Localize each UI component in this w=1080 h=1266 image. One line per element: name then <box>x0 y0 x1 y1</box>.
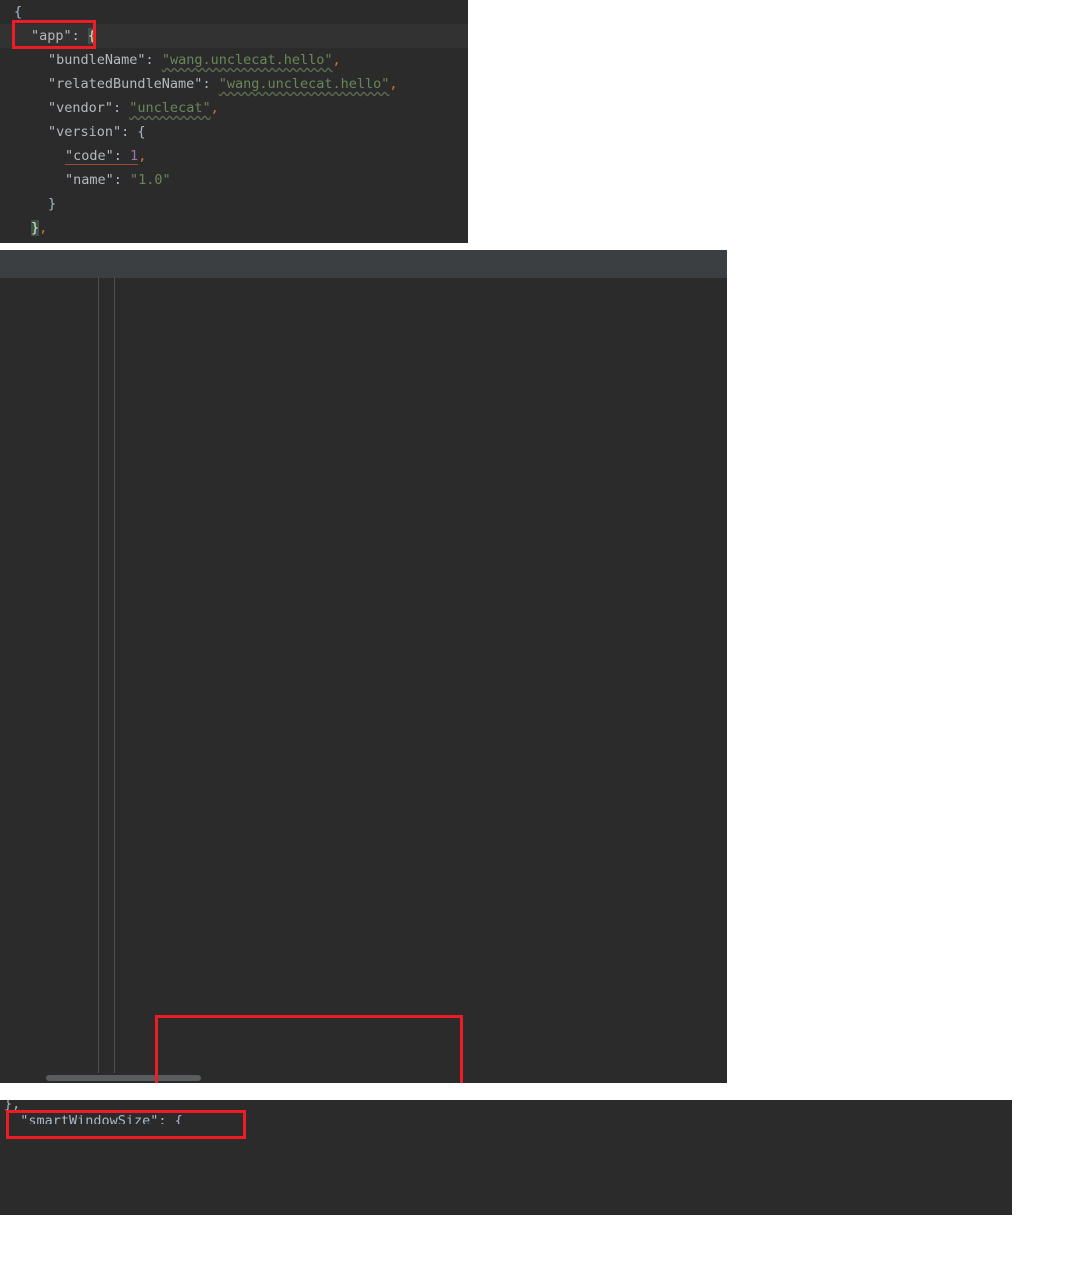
top-code-line: "vendor": "unclecat", <box>0 96 468 120</box>
code-token: "unclecat" <box>129 100 211 116</box>
code-token: "code" <box>65 148 114 165</box>
editor-tab-bar <box>0 250 727 278</box>
code-token: "app" <box>31 28 72 44</box>
top-code-area[interactable]: {"app": {"bundleName": "wang.unclecat.he… <box>0 0 468 243</box>
code-token: : <box>121 124 138 140</box>
code-token: , <box>138 148 147 164</box>
clipped-top-line: }, <box>4 1100 21 1112</box>
code-token: "wang.unclecat.hello" <box>218 76 390 92</box>
code-token: , <box>210 100 219 116</box>
code-token: } <box>48 196 57 212</box>
code-token: : <box>145 52 162 68</box>
code-token: "wang.unclecat.hello" <box>161 52 333 68</box>
top-code-line: "relatedBundleName": "wang.unclecat.hell… <box>0 72 468 96</box>
code-token: , <box>389 76 398 92</box>
code-token: : <box>113 172 131 188</box>
top-code-panel: {"app": {"bundleName": "wang.unclecat.he… <box>0 0 468 243</box>
top-code-line: "name": "1.0" <box>0 168 468 192</box>
top-code-line: "app": { <box>0 24 468 48</box>
code-token: "relatedBundleName" <box>48 76 203 92</box>
schema-definition-panel: }, "smartWindowSize": { <box>0 1100 1012 1215</box>
code-token: : <box>202 76 219 92</box>
top-code-line: }, <box>0 216 468 240</box>
top-code-line: { <box>0 0 468 24</box>
code-token: , <box>39 220 48 236</box>
code-token: { <box>137 124 146 140</box>
horizontal-scrollbar-thumb[interactable] <box>46 1075 201 1081</box>
code-token: "name" <box>65 172 114 188</box>
code-token: { <box>87 28 97 44</box>
code-token: , <box>332 52 341 68</box>
indent-guide-1 <box>98 278 99 1083</box>
top-code-line: "bundleName": "wang.unclecat.hello", <box>0 48 468 72</box>
top-code-line: "code": 1, <box>0 144 468 168</box>
code-token: "vendor" <box>48 100 114 116</box>
top-code-line: } <box>0 192 468 216</box>
code-editor-viewport[interactable] <box>0 278 727 1083</box>
code-token: : <box>113 148 131 165</box>
code-token: "1.0" <box>130 172 171 188</box>
horizontal-scrollbar-track[interactable] <box>0 1073 727 1083</box>
clipped-bottom-line: "smartWindowSize": { <box>4 1113 183 1124</box>
code-token: "bundleName" <box>48 52 146 68</box>
ide-editor-window <box>0 250 727 1083</box>
code-token: { <box>14 4 23 20</box>
code-token: : <box>113 100 130 116</box>
code-token: } <box>31 220 40 236</box>
indent-guide-2 <box>114 278 115 1083</box>
code-token: : <box>71 28 88 44</box>
top-code-line: "version": { <box>0 120 468 144</box>
code-token: 1 <box>130 148 139 165</box>
code-token: "version" <box>48 124 122 140</box>
